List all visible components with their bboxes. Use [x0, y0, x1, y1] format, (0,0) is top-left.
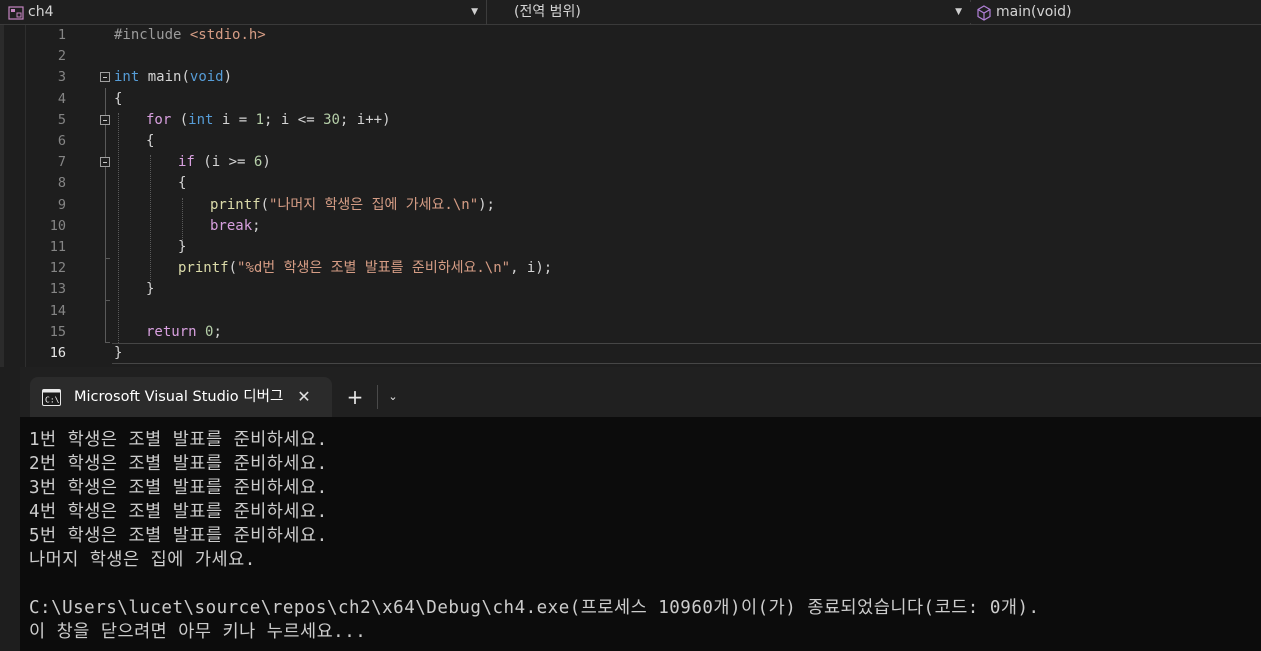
line-number: 6 [57, 133, 66, 149]
svg-text:C:\: C:\ [45, 396, 60, 405]
line-number: 7 [57, 154, 66, 171]
code-text[interactable]: return 0; [146, 322, 222, 343]
line-number: 11 [49, 239, 66, 255]
collapse-icon[interactable] [100, 157, 110, 168]
output-line: 5번 학생은 조별 발표를 준비하세요. [29, 526, 328, 546]
output-line: 3번 학생은 조별 발표를 준비하세요. [29, 478, 328, 498]
code-line: 11 } [0, 237, 1261, 258]
console-icon: C:\ [42, 389, 61, 406]
terminal-tab-title: Microsoft Visual Studio 디버그 [74, 389, 284, 405]
cube-icon [977, 4, 991, 21]
code-text[interactable]: printf("%d번 학생은 조별 발표를 준비하세요.\n", i); [178, 258, 552, 279]
line-number: 9 [57, 196, 66, 213]
code-line: 14 [0, 301, 1261, 322]
output-line: C:\Users\lucet\source\repos\ch2\x64\Debu… [29, 598, 1040, 618]
collapse-icon[interactable] [100, 114, 110, 125]
close-icon[interactable]: ✕ [294, 387, 314, 407]
code-line: 6 { [0, 131, 1261, 152]
code-text[interactable]: { [178, 173, 186, 194]
nav-separator [486, 0, 487, 25]
project-dropdown[interactable]: ch4 ▼ [0, 2, 484, 23]
code-line: 13 } [0, 279, 1261, 300]
code-text[interactable]: int main(void) [114, 67, 232, 88]
line-number: 3 [57, 69, 66, 86]
code-line: 9 printf("나머지 학생은 집에 가세요.\n"); [0, 195, 1261, 216]
scope-dropdown[interactable]: (전역 범위) ▼ [488, 2, 968, 23]
code-text[interactable]: for (int i = 1; i <= 30; i++) [146, 110, 391, 131]
code-line: 8 { [0, 173, 1261, 194]
code-line: 3 int main(void) [0, 67, 1261, 88]
output-line: 1번 학생은 조별 발표를 준비하세요. [29, 430, 328, 450]
code-text[interactable]: break; [210, 216, 261, 237]
terminal-output[interactable]: 1번 학생은 조별 발표를 준비하세요. 2번 학생은 조별 발표를 준비하세요… [20, 417, 1261, 651]
project-icon [8, 5, 24, 20]
debug-console-window[interactable]: C:\ Microsoft Visual Studio 디버그 ✕ + ⌄ 1번… [20, 367, 1261, 651]
code-line: 4 { [0, 89, 1261, 110]
output-line: 나머지 학생은 집에 가세요. [29, 550, 256, 570]
line-number: 14 [49, 302, 66, 319]
code-text[interactable]: { [146, 131, 154, 152]
project-name: ch4 [28, 4, 54, 20]
collapse-icon[interactable] [100, 72, 110, 83]
code-editor[interactable]: 1 #include <stdio.h> 2 3 int main(void) … [0, 25, 1261, 367]
code-line: 7 if (i >= 6) [0, 152, 1261, 173]
line-number: 2 [57, 48, 66, 65]
code-text[interactable]: printf("나머지 학생은 집에 가세요.\n"); [210, 195, 495, 216]
output-line: 4번 학생은 조별 발표를 준비하세요. [29, 502, 328, 522]
terminal-tab[interactable]: C:\ Microsoft Visual Studio 디버그 ✕ [30, 377, 332, 417]
code-text[interactable]: #include <stdio.h> [114, 25, 266, 46]
code-text[interactable]: } [114, 343, 122, 364]
line-number: 10 [49, 217, 66, 234]
code-text[interactable]: if (i >= 6) [178, 152, 271, 173]
code-line: 16 } [0, 343, 1261, 364]
tab-divider [377, 385, 378, 409]
scope-name: (전역 범위) [514, 4, 581, 20]
chevron-down-icon: ▼ [471, 7, 478, 17]
chevron-down-icon[interactable]: ⌄ [382, 387, 404, 407]
output-line: 이 창을 닫으려면 아무 키나 누르세요... [29, 622, 367, 642]
line-number: 12 [49, 260, 66, 277]
line-number: 4 [57, 90, 66, 107]
plus-icon[interactable]: + [344, 387, 366, 407]
line-number: 8 [57, 175, 66, 192]
function-dropdown[interactable]: main(void) [970, 2, 1261, 23]
code-line: 2 [0, 46, 1261, 67]
code-line: 10 break; [0, 216, 1261, 237]
code-line: 15 return 0; [0, 322, 1261, 343]
code-text[interactable]: { [114, 89, 122, 110]
code-text[interactable]: } [146, 279, 154, 300]
line-number: 16 [49, 345, 66, 361]
line-number: 1 [57, 27, 66, 43]
line-number: 13 [49, 281, 66, 298]
window-edge [0, 367, 20, 651]
navigation-bar: ch4 ▼ (전역 범위) ▼ main(void) [0, 0, 1261, 25]
line-number: 15 [49, 323, 66, 340]
code-line: 1 #include <stdio.h> [0, 25, 1261, 46]
terminal-tab-bar: C:\ Microsoft Visual Studio 디버그 ✕ + ⌄ [20, 367, 1261, 417]
output-line: 2번 학생은 조별 발표를 준비하세요. [29, 454, 328, 474]
code-line: 12 printf("%d번 학생은 조별 발표를 준비하세요.\n", i); [0, 258, 1261, 279]
function-name: main(void) [996, 4, 1072, 20]
code-line: 5 for (int i = 1; i <= 30; i++) [0, 110, 1261, 131]
code-text[interactable]: } [178, 237, 186, 258]
chevron-down-icon: ▼ [955, 7, 962, 17]
line-number: 5 [57, 111, 66, 128]
